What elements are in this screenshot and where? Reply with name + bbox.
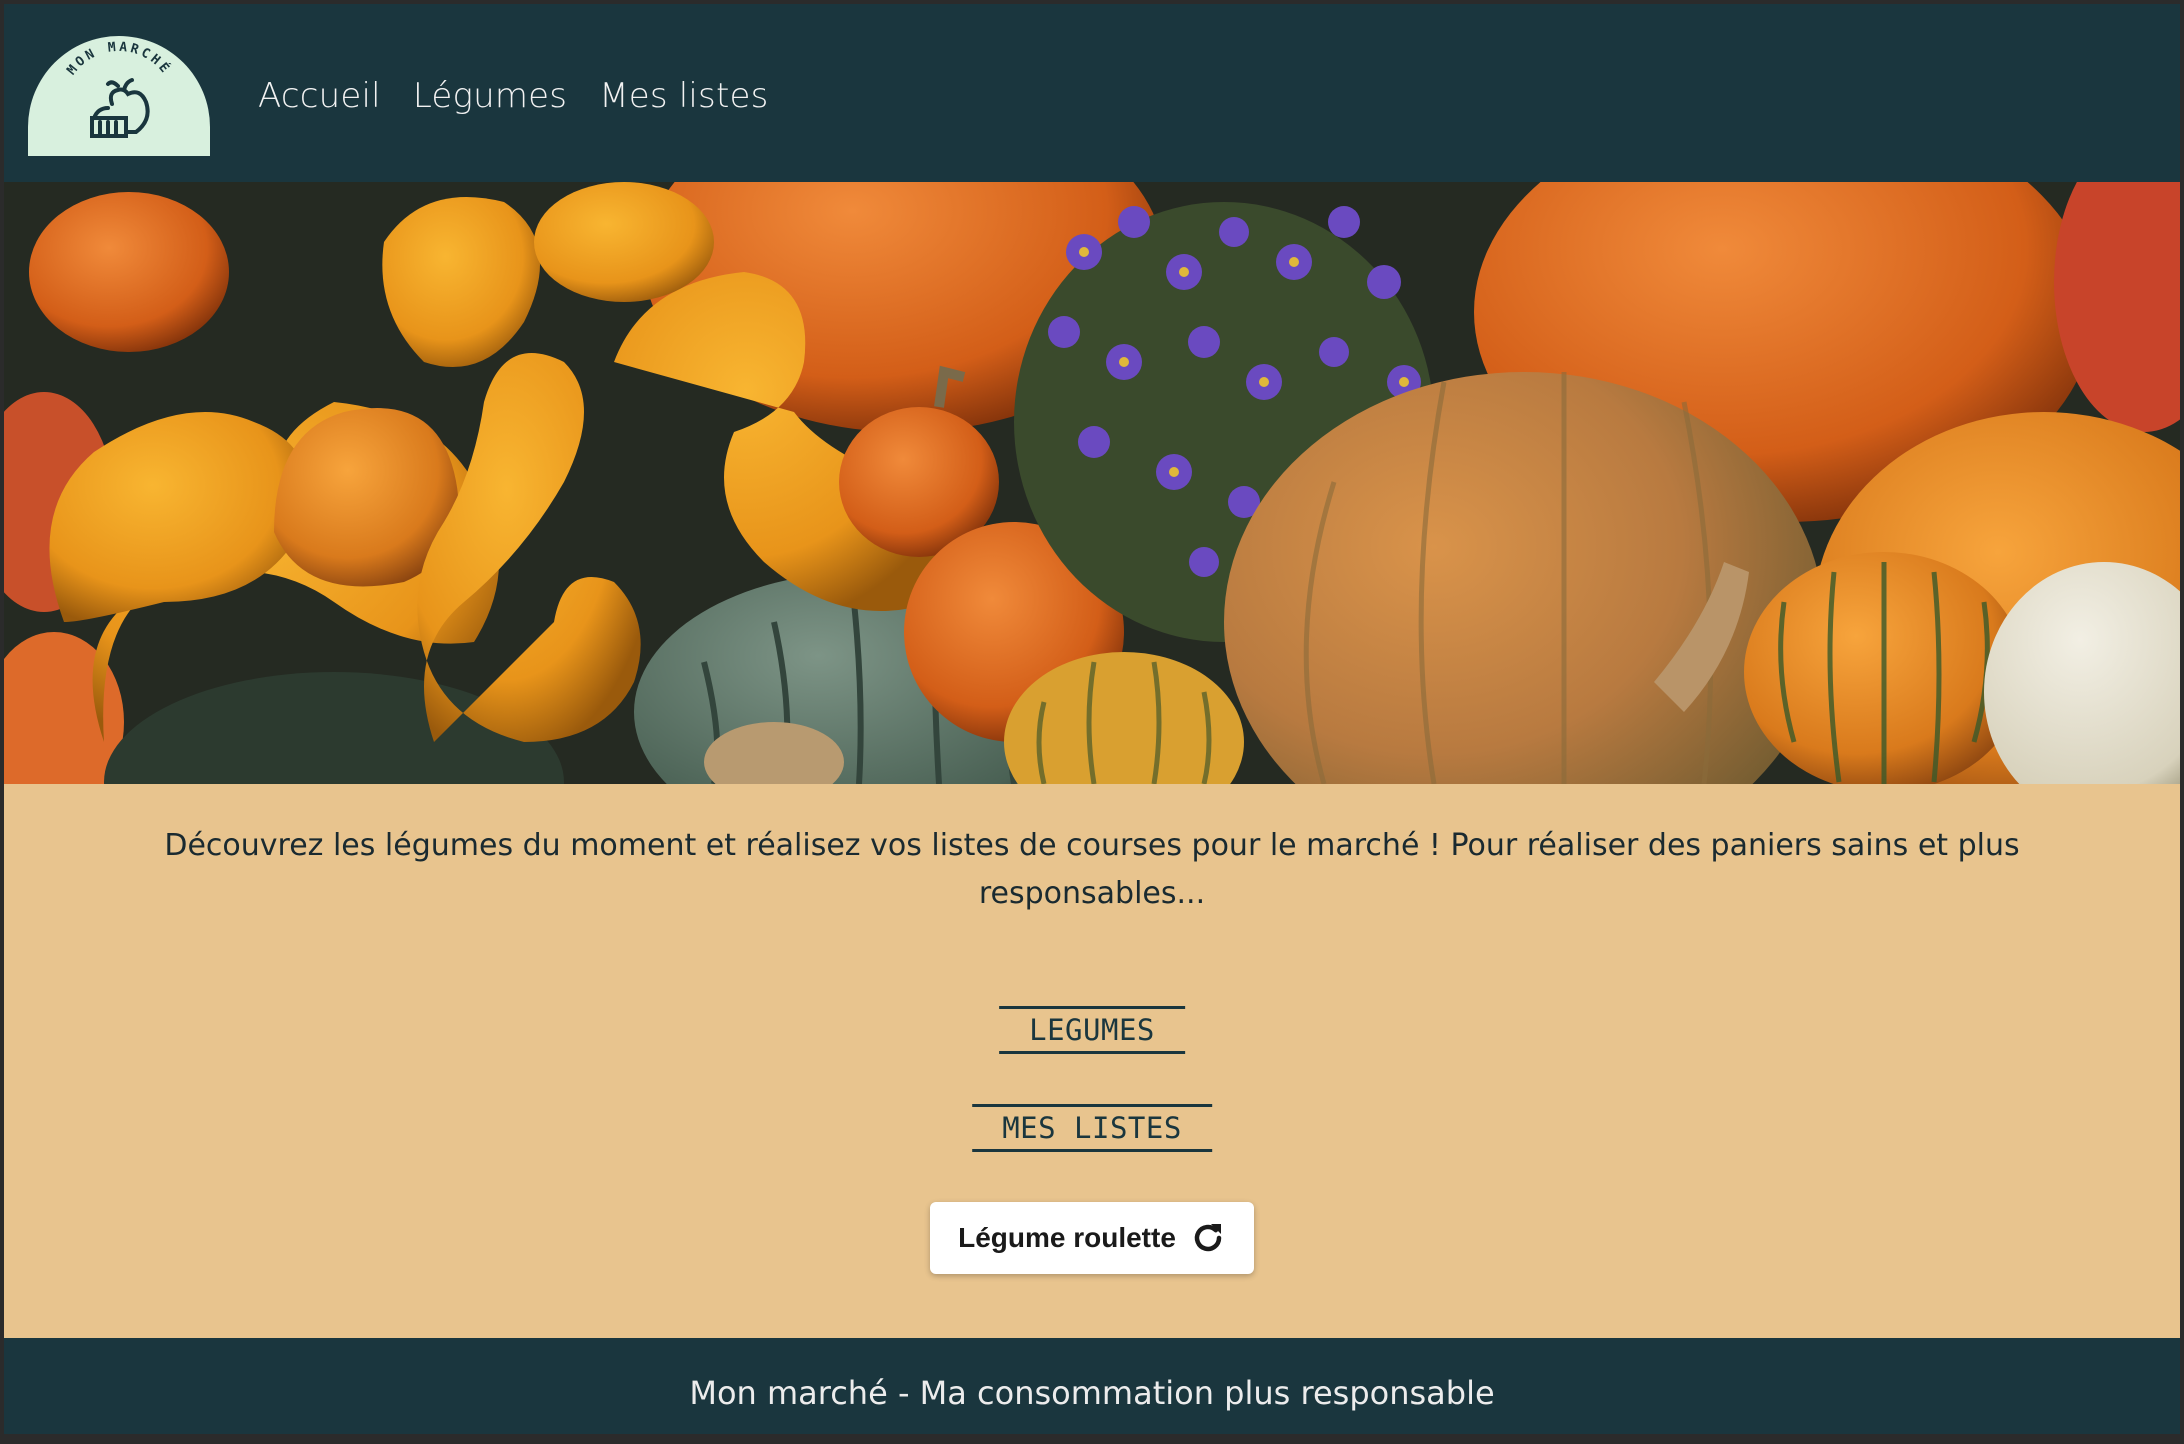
nav-link-legumes[interactable]: Légumes — [413, 76, 567, 116]
apple-basket-icon — [90, 78, 150, 138]
legume-roulette-button[interactable]: Légume roulette — [930, 1202, 1254, 1274]
nav-link-accueil[interactable]: Accueil — [258, 76, 381, 116]
pumpkins-illustration — [4, 182, 2180, 784]
main-nav: Accueil Légumes Mes listes — [258, 76, 769, 116]
svg-text:MON MARCHÉ: MON MARCHÉ — [64, 40, 174, 78]
site-footer: Mon marché - Ma consommation plus respon… — [4, 1338, 2180, 1434]
intro-text: Découvrez les légumes du moment et réali… — [164, 828, 2020, 911]
site-header: MON MARCHÉ Accueil Légumes Mes listes — [4, 4, 2180, 182]
roulette-label: Légume roulette — [958, 1222, 1176, 1253]
logo-emblem: MON MARCHÉ — [64, 40, 174, 138]
hero-image-pumpkins — [4, 182, 2180, 784]
site-logo[interactable]: MON MARCHÉ — [28, 36, 210, 156]
nav-link-mes-listes[interactable]: Mes listes — [599, 76, 768, 116]
mes-listes-link-button[interactable]: MES LISTES — [972, 1104, 1212, 1152]
footer-text: Mon marché - Ma consommation plus respon… — [689, 1374, 1495, 1412]
legumes-link-button[interactable]: LEGUMES — [999, 1006, 1185, 1054]
page: MON MARCHÉ Accueil Légumes Mes listes Dé… — [4, 4, 2180, 1434]
refresh-icon — [1194, 1224, 1222, 1252]
